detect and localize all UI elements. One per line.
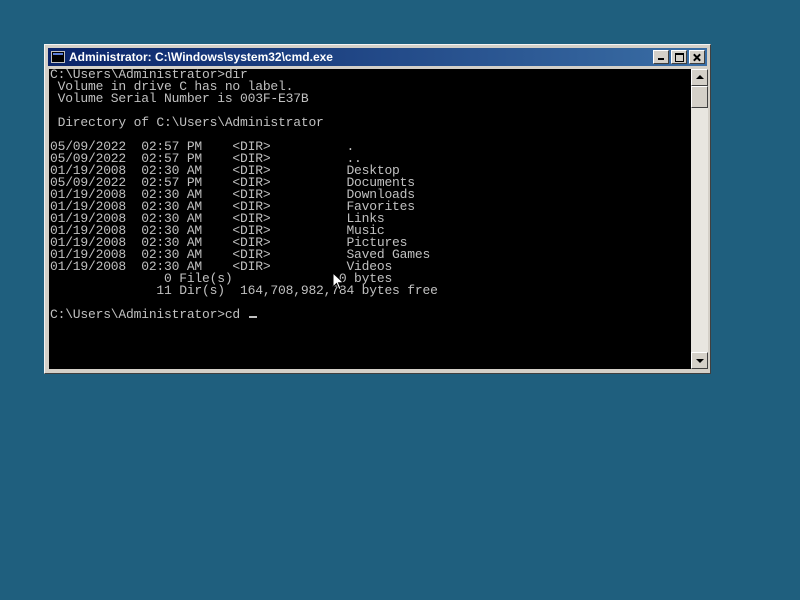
- maximize-icon[interactable]: [671, 50, 687, 64]
- console-line: Volume Serial Number is 003F-E37B: [50, 91, 309, 106]
- console-lines: C:\Users\Administrator>dir Volume in dri…: [50, 69, 691, 309]
- scroll-down-arrow-icon[interactable]: [691, 352, 708, 369]
- console-text: C:\Users\Administrator>dir Volume in dri…: [49, 69, 691, 321]
- vertical-scrollbar[interactable]: [691, 69, 708, 369]
- console-prompt: C:\Users\Administrator>cd: [50, 307, 248, 322]
- minimize-icon[interactable]: [653, 50, 669, 64]
- console-line: 11 Dir(s) 164,708,982,784 bytes free: [50, 283, 438, 298]
- title-bar[interactable]: Administrator: C:\Windows\system32\cmd.e…: [48, 48, 707, 66]
- text-cursor: [248, 316, 257, 318]
- window-title: Administrator: C:\Windows\system32\cmd.e…: [69, 50, 333, 64]
- cmd-icon[interactable]: [51, 51, 65, 63]
- cmd-window[interactable]: Administrator: C:\Windows\system32\cmd.e…: [44, 44, 711, 374]
- close-icon[interactable]: [689, 50, 705, 64]
- scroll-up-arrow-icon[interactable]: [691, 69, 708, 86]
- console-prompt-line[interactable]: C:\Users\Administrator>cd: [50, 307, 691, 322]
- console-line: Directory of C:\Users\Administrator: [50, 115, 324, 130]
- scrollbar-thumb[interactable]: [691, 86, 708, 108]
- mouse-pointer-icon: [332, 272, 345, 291]
- console-output[interactable]: C:\Users\Administrator>dir Volume in dri…: [49, 69, 691, 369]
- window-controls: [653, 50, 705, 64]
